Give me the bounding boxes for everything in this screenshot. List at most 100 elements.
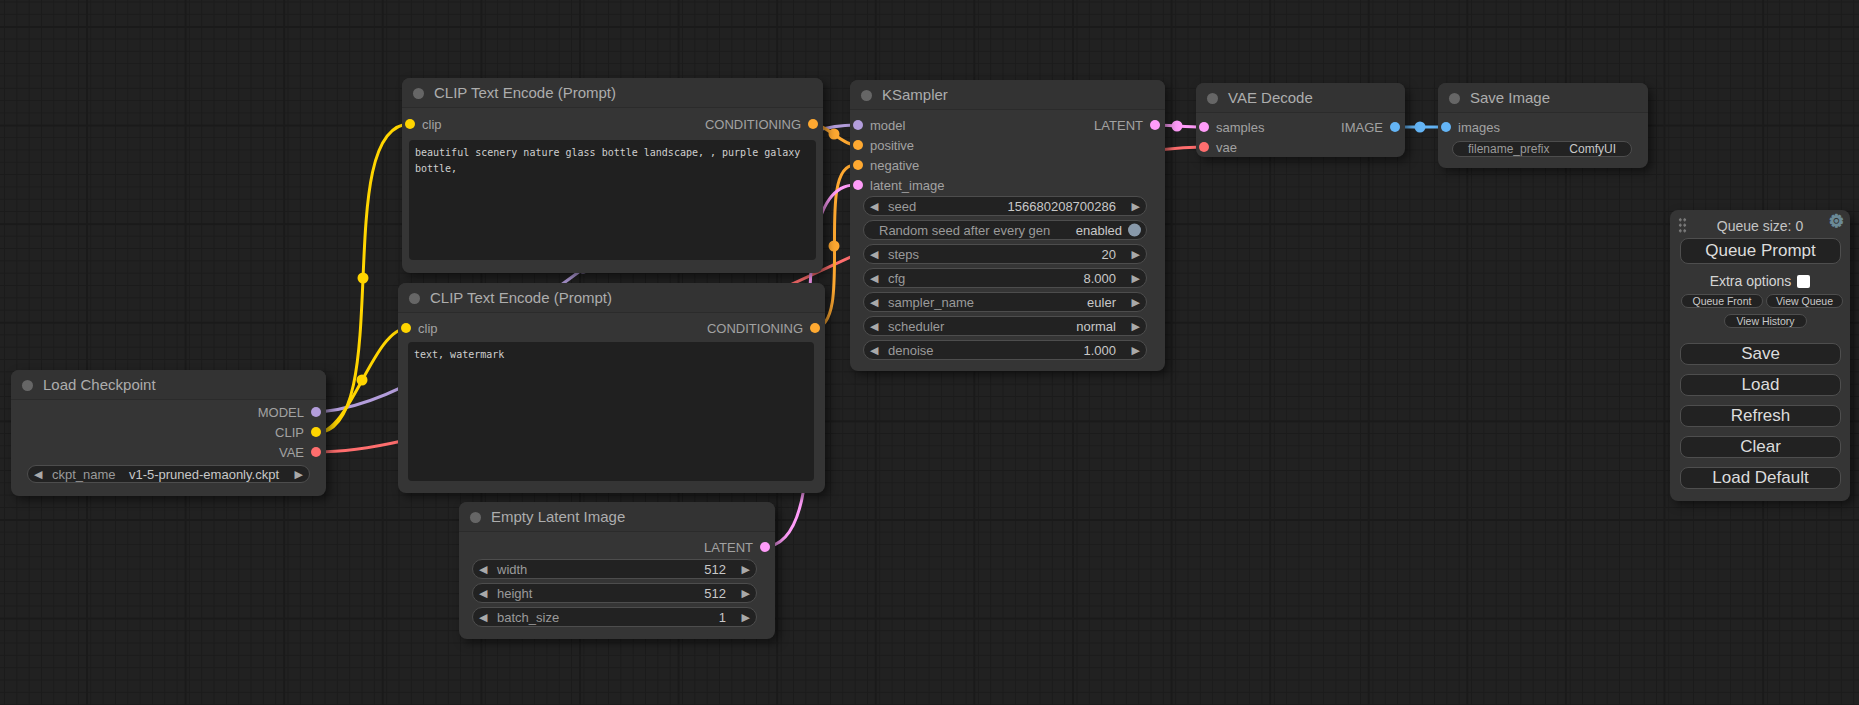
view-queue-button[interactable]: View Queue: [1766, 294, 1843, 308]
node-title-bar[interactable]: Empty Latent Image: [459, 502, 775, 532]
input-port-vae[interactable]: vae: [1199, 140, 1237, 154]
node-title-bar[interactable]: Load Checkpoint: [11, 370, 326, 400]
increment-arrow-icon[interactable]: ▶: [742, 612, 750, 623]
node-title-bar[interactable]: CLIP Text Encode (Prompt): [402, 78, 823, 108]
widget-batch-size[interactable]: ◀ batch_size 1 ▶: [472, 607, 757, 627]
refresh-button[interactable]: Refresh: [1680, 405, 1841, 427]
widget-scheduler[interactable]: ◀ scheduler normal ▶: [863, 316, 1147, 336]
port-dot[interactable]: [1199, 142, 1209, 152]
input-port-clip[interactable]: clip: [401, 321, 438, 335]
output-port-latent[interactable]: LATENT: [704, 540, 770, 554]
port-dot[interactable]: [1150, 120, 1160, 130]
load-button[interactable]: Load: [1680, 374, 1841, 396]
node-title-bar[interactable]: CLIP Text Encode (Prompt): [398, 283, 825, 313]
output-port-image[interactable]: IMAGE: [1341, 120, 1400, 134]
increment-arrow-icon[interactable]: ▶: [1132, 297, 1140, 308]
node-ksampler[interactable]: KSampler model positive negative latent_…: [850, 80, 1165, 371]
decrement-arrow-icon[interactable]: ◀: [870, 273, 878, 284]
port-dot[interactable]: [853, 120, 863, 130]
view-history-button[interactable]: View History: [1724, 314, 1807, 328]
port-dot[interactable]: [1390, 122, 1400, 132]
widget-filename-prefix[interactable]: filename_prefix ComfyUI: [1452, 141, 1632, 157]
increment-arrow-icon[interactable]: ▶: [1132, 321, 1140, 332]
widget-height[interactable]: ◀ height 512 ▶: [472, 583, 757, 603]
port-dot[interactable]: [1441, 122, 1451, 132]
node-save-image[interactable]: Save Image images filename_prefix ComfyU…: [1438, 83, 1648, 168]
collapse-dot-icon[interactable]: [861, 90, 872, 101]
node-title-bar[interactable]: VAE Decode: [1196, 83, 1405, 113]
toggle-knob[interactable]: [1128, 224, 1141, 237]
settings-gear-icon[interactable]: ⚙: [1829, 213, 1844, 230]
node-vae-decode[interactable]: VAE Decode samples vae IMAGE: [1196, 83, 1405, 157]
queue-front-button[interactable]: Queue Front: [1681, 294, 1763, 308]
port-dot[interactable]: [311, 447, 321, 457]
collapse-dot-icon[interactable]: [409, 293, 420, 304]
port-dot[interactable]: [808, 119, 818, 129]
output-port-clip[interactable]: CLIP: [275, 425, 321, 439]
port-dot[interactable]: [311, 407, 321, 417]
widget-sampler-name[interactable]: ◀ sampler_name euler ▶: [863, 292, 1147, 312]
input-port-samples[interactable]: samples: [1199, 120, 1264, 134]
port-dot[interactable]: [853, 180, 863, 190]
decrement-arrow-icon[interactable]: ◀: [870, 321, 878, 332]
output-port-model[interactable]: MODEL: [258, 405, 321, 419]
node-load-checkpoint[interactable]: Load Checkpoint MODEL CLIP VAE ◀ ckpt_na…: [11, 370, 326, 496]
decrement-arrow-icon[interactable]: ◀: [870, 297, 878, 308]
decrement-arrow-icon[interactable]: ◀: [870, 249, 878, 260]
port-dot[interactable]: [853, 140, 863, 150]
collapse-dot-icon[interactable]: [1449, 93, 1460, 104]
collapse-dot-icon[interactable]: [1207, 93, 1218, 104]
collapse-dot-icon[interactable]: [413, 88, 424, 99]
widget-steps[interactable]: ◀ steps 20 ▶: [863, 244, 1147, 264]
clear-button[interactable]: Clear: [1680, 436, 1841, 458]
node-title-bar[interactable]: KSampler: [850, 80, 1165, 110]
input-port-latent-image[interactable]: latent_image: [853, 178, 944, 192]
widget-ckpt-name[interactable]: ◀ ckpt_name v1-5-pruned-emaonly.ckpt ▶: [27, 465, 310, 483]
output-port-conditioning[interactable]: CONDITIONING: [707, 321, 820, 335]
port-dot[interactable]: [760, 542, 770, 552]
prompt-textarea[interactable]: beautiful scenery nature glass bottle la…: [409, 140, 816, 260]
decrement-arrow-icon[interactable]: ◀: [479, 588, 487, 599]
node-empty-latent-image[interactable]: Empty Latent Image LATENT ◀ width 512 ▶ …: [459, 502, 775, 639]
increment-arrow-icon[interactable]: ▶: [1132, 345, 1140, 356]
prompt-textarea[interactable]: text, watermark: [408, 342, 814, 481]
input-port-clip[interactable]: clip: [405, 117, 442, 131]
decrement-arrow-icon[interactable]: ◀: [870, 201, 878, 212]
increment-arrow-icon[interactable]: ▶: [742, 588, 750, 599]
load-default-button[interactable]: Load Default: [1680, 467, 1841, 489]
collapse-dot-icon[interactable]: [22, 380, 33, 391]
port-dot[interactable]: [1199, 122, 1209, 132]
node-clip-text-encode-negative[interactable]: CLIP Text Encode (Prompt) clip CONDITION…: [398, 283, 825, 493]
port-dot[interactable]: [405, 119, 415, 129]
decrement-arrow-icon[interactable]: ◀: [870, 345, 878, 356]
decrement-arrow-icon[interactable]: ◀: [34, 469, 42, 480]
port-dot[interactable]: [810, 323, 820, 333]
increment-arrow-icon[interactable]: ▶: [742, 564, 750, 575]
widget-random-seed[interactable]: Random seed after every gen enabled: [863, 220, 1147, 240]
increment-arrow-icon[interactable]: ▶: [295, 469, 303, 480]
collapse-dot-icon[interactable]: [470, 512, 481, 523]
port-dot[interactable]: [401, 323, 411, 333]
input-port-images[interactable]: images: [1441, 120, 1500, 134]
output-port-vae[interactable]: VAE: [279, 445, 321, 459]
output-port-conditioning[interactable]: CONDITIONING: [705, 117, 818, 131]
widget-cfg[interactable]: ◀ cfg 8.000 ▶: [863, 268, 1147, 288]
save-button[interactable]: Save: [1680, 343, 1841, 365]
port-dot[interactable]: [311, 427, 321, 437]
decrement-arrow-icon[interactable]: ◀: [479, 612, 487, 623]
node-clip-text-encode-positive[interactable]: CLIP Text Encode (Prompt) clip CONDITION…: [402, 78, 823, 273]
increment-arrow-icon[interactable]: ▶: [1132, 249, 1140, 260]
queue-prompt-button[interactable]: Queue Prompt: [1680, 238, 1841, 264]
decrement-arrow-icon[interactable]: ◀: [479, 564, 487, 575]
output-port-latent[interactable]: LATENT: [1094, 118, 1160, 132]
port-dot[interactable]: [853, 160, 863, 170]
input-port-negative[interactable]: negative: [853, 158, 919, 172]
increment-arrow-icon[interactable]: ▶: [1132, 201, 1140, 212]
widget-width[interactable]: ◀ width 512 ▶: [472, 559, 757, 579]
widget-seed[interactable]: ◀ seed 156680208700286 ▶: [863, 196, 1147, 216]
increment-arrow-icon[interactable]: ▶: [1132, 273, 1140, 284]
widget-denoise[interactable]: ◀ denoise 1.000 ▶: [863, 340, 1147, 360]
input-port-positive[interactable]: positive: [853, 138, 914, 152]
extra-options-checkbox[interactable]: [1797, 275, 1810, 288]
input-port-model[interactable]: model: [853, 118, 905, 132]
